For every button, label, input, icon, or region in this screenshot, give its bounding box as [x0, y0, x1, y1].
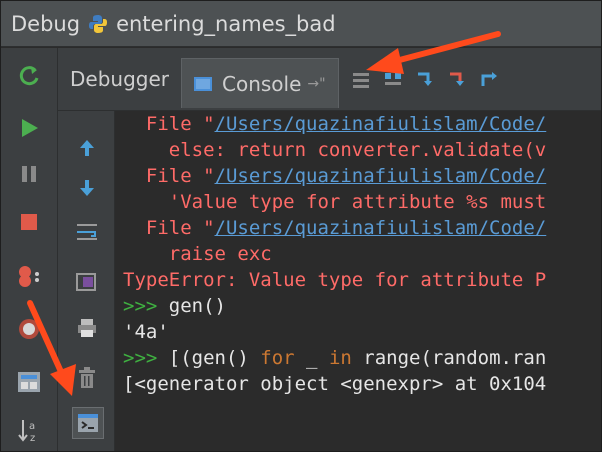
console-line: File "/Users/quazinafiulislam/Code/: [115, 163, 601, 189]
console-text: raise exc: [123, 243, 272, 265]
console-text: range(random.ran: [351, 347, 547, 369]
tab-console[interactable]: Console →": [181, 58, 339, 108]
debug-title-bar: Debug entering_names_bad: [1, 1, 601, 47]
console-text: 'Value type for attribute %s must: [123, 191, 547, 213]
python-icon: [88, 14, 108, 34]
console-tab-icon: [194, 76, 212, 91]
console-text: else: return converter.validate(v: [123, 139, 547, 161]
file-path-link[interactable]: /Users/quazinafiulislam/Code/: [215, 165, 547, 187]
svg-text:a: a: [29, 421, 35, 432]
stop-icon[interactable]: [13, 206, 45, 238]
mute-breakpoints-icon[interactable]: [13, 313, 45, 345]
console-line: raise exc: [115, 241, 601, 267]
layout-icon[interactable]: [13, 366, 45, 398]
console-line: else: return converter.validate(v: [115, 137, 601, 163]
soft-wrap-icon[interactable]: [72, 217, 102, 247]
stepping-toolbar: [351, 70, 497, 88]
console-prompt: >>>: [123, 347, 169, 369]
down-arrow-icon[interactable]: [72, 173, 102, 203]
pause-icon[interactable]: [13, 158, 45, 190]
debug-tab-bar: Debugger Console →": [58, 48, 601, 111]
view-breakpoints-icon[interactable]: [13, 261, 45, 293]
force-step-into-icon[interactable]: [447, 70, 465, 88]
step-into-icon[interactable]: [415, 70, 433, 88]
console-text: File ": [123, 165, 215, 187]
console-text: in: [328, 347, 352, 369]
console-text: for: [260, 347, 295, 369]
console-text: [(gen(): [168, 347, 261, 369]
sort-icon[interactable]: az: [13, 414, 45, 446]
step-out-icon[interactable]: [479, 70, 497, 88]
resume-icon[interactable]: [13, 112, 45, 144]
console-line: [<generator object <genexpr> at 0x104: [115, 371, 601, 397]
console-output[interactable]: File "/Users/quazinafiulislam/Code/ else…: [115, 111, 601, 451]
console-line: >>> gen(): [115, 293, 601, 319]
debug-label: Debug: [11, 11, 81, 36]
trash-icon[interactable]: [72, 363, 102, 393]
rerun-icon[interactable]: [13, 60, 45, 92]
console-text: gen(): [168, 295, 226, 317]
console-line: >>> [(gen() for _ in range(random.ran: [115, 345, 601, 371]
step-over-icon[interactable]: [383, 70, 401, 88]
console-toolbar: [58, 111, 115, 451]
console-text: TypeError: Value type for attribute P: [123, 269, 547, 291]
console-line: 'Value type for attribute %s must: [115, 189, 601, 215]
console-line: File "/Users/quazinafiulislam/Code/: [115, 215, 601, 241]
up-arrow-icon[interactable]: [72, 133, 102, 163]
console-prompt: >>>: [123, 295, 169, 317]
tab-debugger[interactable]: Debugger: [58, 59, 181, 99]
show-python-prompt-icon[interactable]: [72, 407, 104, 439]
svg-text:z: z: [30, 433, 35, 443]
tab-console-label: Console: [222, 71, 302, 96]
console-line: '4a': [115, 319, 601, 345]
console-text: File ": [123, 113, 215, 135]
console-text: [<generator object <genexpr> at 0x104: [123, 373, 547, 395]
console-text: _: [294, 347, 329, 369]
file-path-link[interactable]: /Users/quazinafiulislam/Code/: [215, 217, 547, 239]
file-path-link[interactable]: /Users/quazinafiulislam/Code/: [215, 113, 547, 135]
scroll-to-end-icon[interactable]: [72, 267, 102, 297]
console-text: File ": [123, 217, 215, 239]
debug-left-toolbar: az: [1, 48, 58, 451]
console-line: File "/Users/quazinafiulislam/Code/: [115, 111, 601, 137]
debug-window: Debug entering_names_bad a z Debugger Co…: [0, 0, 602, 452]
run-config-name[interactable]: entering_names_bad: [116, 12, 336, 36]
print-icon[interactable]: [72, 313, 102, 343]
tab-debugger-label: Debugger: [70, 67, 169, 91]
pin-tab-icon[interactable]: →": [307, 76, 325, 92]
show-execution-point-icon[interactable]: [351, 70, 369, 88]
console-text: '4a': [123, 321, 169, 343]
console-line: TypeError: Value type for attribute P: [115, 267, 601, 293]
